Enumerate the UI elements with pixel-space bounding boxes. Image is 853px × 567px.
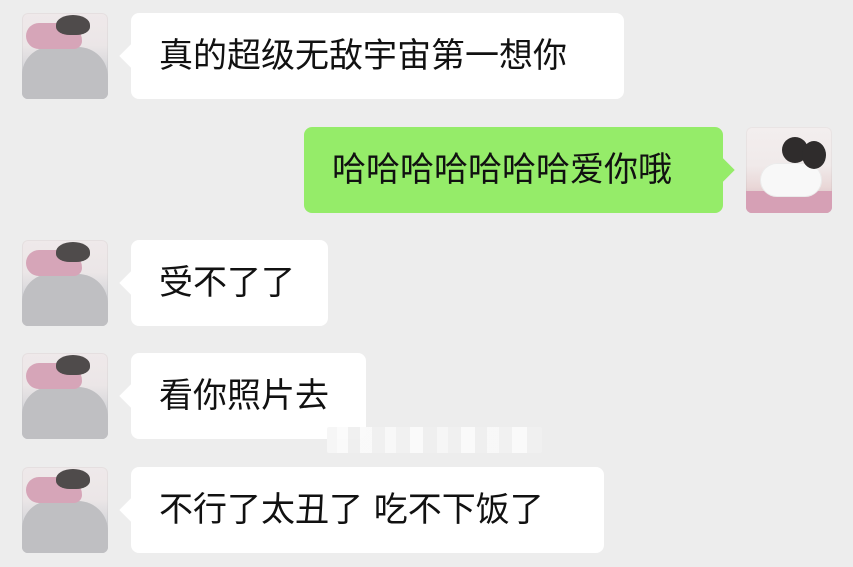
bubble-tail-left	[119, 43, 145, 69]
avatar-arm-shape	[22, 274, 108, 326]
message-bubble-5[interactable]: 不行了太丑了 吃不下饭了	[119, 467, 604, 553]
message-bubble-3[interactable]: 受不了了	[119, 240, 328, 326]
message-text-5: 不行了太丑了 吃不下饭了	[159, 490, 544, 530]
avatar-arm-shape	[22, 47, 108, 99]
user-avatar[interactable]	[746, 127, 832, 213]
bubble-tail-left	[119, 270, 145, 296]
message-bubble-2[interactable]: 哈哈哈哈哈哈哈爱你哦	[304, 127, 735, 213]
avatar-arm-shape	[22, 501, 108, 553]
chat-screen: 真的超级无敌宇宙第一想你 哈哈哈哈哈哈哈爱你哦 受不了了 看你照片去 不行了太丑…	[0, 0, 853, 567]
blurred-region	[327, 427, 542, 453]
message-text-2: 哈哈哈哈哈哈哈爱你哦	[332, 150, 672, 190]
contact-avatar[interactable]	[22, 467, 108, 553]
bubble-tail-left	[119, 383, 145, 409]
avatar-hair-shape	[56, 15, 90, 35]
message-text-1: 真的超级无敌宇宙第一想你	[159, 36, 567, 76]
contact-avatar[interactable]	[22, 13, 108, 99]
contact-avatar[interactable]	[22, 240, 108, 326]
bubble-tail-right	[709, 157, 735, 183]
message-text-4: 看你照片去	[159, 376, 329, 416]
avatar-hair-shape	[56, 242, 90, 262]
avatar-hair-shape	[56, 469, 90, 489]
message-bubble-1[interactable]: 真的超级无敌宇宙第一想你	[119, 13, 624, 99]
avatar-head-shape-2	[802, 141, 826, 169]
contact-avatar[interactable]	[22, 353, 108, 439]
avatar-hair-shape	[56, 355, 90, 375]
bubble-tail-left	[119, 497, 145, 523]
message-text-3: 受不了了	[159, 263, 295, 303]
avatar-arm-shape	[22, 387, 108, 439]
